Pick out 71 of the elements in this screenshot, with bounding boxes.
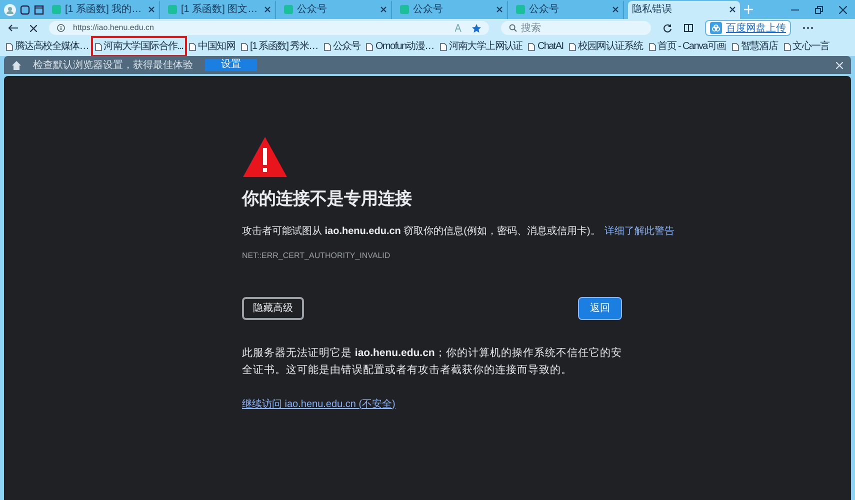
close-tab-icon[interactable] [380, 6, 387, 13]
page-icon [6, 42, 13, 50]
bookmark[interactable]: 智慧酒店 [730, 38, 780, 55]
info-bar-message: 检查默认浏览器设置，获得最佳体验 [33, 58, 193, 72]
workspaces-icon[interactable] [20, 4, 30, 14]
refresh-icon[interactable] [663, 24, 672, 32]
hide-advanced-button[interactable]: 隐藏高级 [242, 296, 304, 320]
page-icon [189, 42, 196, 50]
page-icon [440, 42, 447, 50]
error-message: 攻击者可能试图从 iao.henu.edu.cn 窃取你的信息(例如，密码、消息或信用卡)。 详细了解此警告 [242, 224, 676, 238]
settings-button[interactable]: 设置 [205, 59, 257, 71]
page-icon [569, 42, 576, 50]
tab-title: 隐私错误 [632, 3, 672, 17]
details-text: 此服务器无法证明它是 iao.henu.edu.cn；你的计算机的操作系统不信任它的安全证书。这可能是由错误配置或者有攻击者截获你的连接而导致的。 [242, 346, 623, 378]
bookmark[interactable]: 河南大学上网认证 [438, 38, 524, 55]
tab-title: 公众号 [413, 3, 443, 17]
error-title: 你的连接不是专用连接 [242, 188, 413, 210]
stop-icon[interactable] [30, 24, 37, 32]
page-icon [240, 42, 248, 50]
back-button[interactable]: 返回 [578, 296, 622, 320]
address-field[interactable]: https://iao.henu.edu.cn [49, 21, 489, 35]
tab-title: [1 系函数] 图文… [181, 2, 258, 17]
bookmark[interactable]: 公众号 [322, 38, 362, 55]
proceed-link[interactable]: 继续访问 iao.henu.edu.cn (不安全) [242, 396, 396, 412]
bookmark[interactable]: ChatAI [526, 38, 566, 55]
favorite-star-icon[interactable] [472, 24, 481, 32]
home-icon [12, 60, 21, 70]
site-icon [284, 5, 293, 14]
close-tab-icon[interactable] [148, 6, 155, 13]
url-text: https://iao.henu.edu.cn [73, 22, 154, 34]
close-tab-icon[interactable] [496, 6, 503, 13]
site-icon [52, 5, 61, 14]
close-tab-icon[interactable] [729, 6, 736, 13]
browser-tab[interactable]: 隐私错误 [628, 0, 740, 18]
restore-icon[interactable] [815, 6, 823, 14]
site-icon [516, 5, 525, 14]
close-icon[interactable] [839, 6, 847, 14]
close-tab-icon[interactable] [264, 6, 271, 13]
info-icon [57, 24, 65, 32]
page-icon [784, 42, 791, 50]
site-icon [168, 5, 177, 14]
page-icon [94, 42, 102, 50]
page-icon [732, 42, 739, 50]
page-icon [324, 42, 331, 50]
tab-actions-icon[interactable] [34, 4, 44, 14]
page-icon [648, 42, 656, 50]
site-icon [400, 5, 409, 14]
split-screen-icon[interactable] [684, 24, 693, 32]
bookmark[interactable]: [1 系函数] 秀米… [238, 38, 320, 55]
bookmark[interactable]: 首页 - Canva可画 [646, 38, 728, 55]
bookmark[interactable]: 文心一言 [782, 38, 832, 55]
bookmark[interactable]: 河南大学国际合作... [92, 38, 186, 55]
page-icon [528, 42, 536, 50]
learn-more-link[interactable]: 详细了解此警告 [604, 226, 674, 236]
tab-title: 公众号 [297, 3, 327, 17]
search-placeholder: 搜索 [521, 22, 541, 36]
error-code: NET::ERR_CERT_AUTHORITY_INVALID [242, 250, 392, 262]
tab-title: 公众号 [529, 3, 559, 17]
back-icon[interactable] [8, 24, 18, 32]
bookmark[interactable]: 校园网认证系统 [567, 38, 645, 55]
warning-icon [242, 136, 288, 178]
tab-title: [1 系函数] 我的… [65, 2, 142, 17]
close-tab-icon[interactable] [612, 6, 619, 13]
cloud-upload-button[interactable]: 百度网盘上传 [705, 20, 791, 36]
search-icon [509, 24, 517, 32]
cloud-icon [710, 22, 722, 34]
page-icon [366, 42, 374, 50]
minimize-icon[interactable] [791, 8, 799, 10]
bookmark[interactable]: Omofun动漫… [364, 38, 436, 55]
bookmark[interactable]: 腾达高校全媒体… [4, 38, 91, 55]
bookmark[interactable]: 中国知网 [187, 38, 237, 55]
